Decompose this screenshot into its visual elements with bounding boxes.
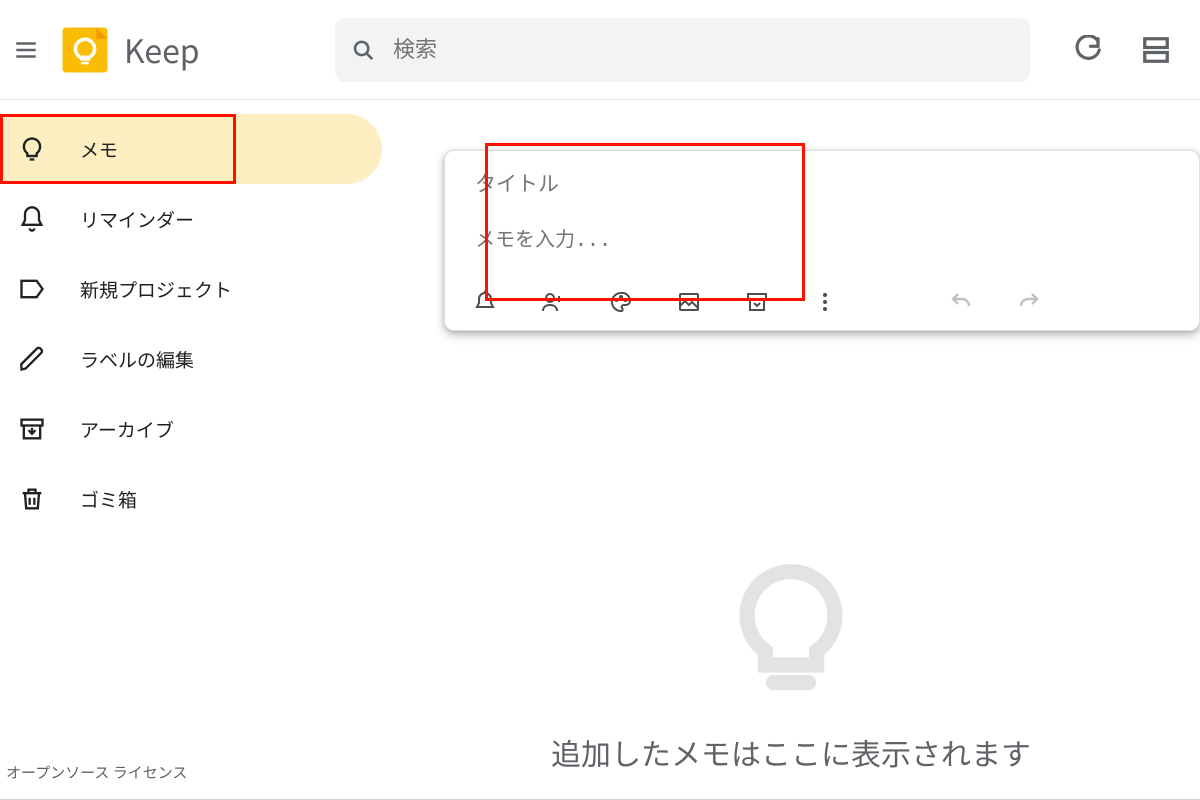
search-icon [351, 37, 375, 63]
sidebar-item-reminders[interactable]: リマインダー [0, 184, 382, 254]
keep-logo-icon [58, 23, 112, 77]
sidebar-item-label: アーカイブ [80, 416, 174, 443]
search-box[interactable] [335, 18, 1030, 82]
person-add-icon [541, 290, 565, 314]
sidebar: メモ リマインダー 新規プロジェクト ラベルの編集 アーカイブ ゴミ箱 オープン… [0, 100, 382, 800]
pencil-icon [18, 345, 46, 373]
app-title: Keep [124, 27, 200, 73]
sidebar-item-label: ラベルの編集 [80, 346, 194, 373]
archive-button[interactable] [743, 288, 771, 316]
refresh-icon [1073, 35, 1103, 65]
trash-icon [18, 485, 46, 513]
sidebar-item-label: ゴミ箱 [80, 486, 137, 513]
main-area: 追加したメモはここに表示されます [382, 100, 1200, 800]
bulb-large-icon [721, 560, 861, 700]
note-editor[interactable] [444, 150, 1200, 331]
empty-state: 追加したメモはここに表示されます [551, 560, 1031, 774]
list-view-icon [1141, 35, 1171, 65]
sidebar-item-label: メモ [80, 136, 118, 163]
palette-icon [609, 290, 633, 314]
tag-icon [18, 275, 46, 303]
redo-button[interactable] [1015, 288, 1043, 316]
sidebar-item-edit-labels[interactable]: ラベルの編集 [0, 324, 382, 394]
menu-toggle[interactable] [2, 26, 50, 74]
archive-icon [745, 290, 769, 314]
hamburger-icon [13, 37, 39, 63]
sidebar-item-label: リマインダー [80, 206, 194, 233]
sidebar-item-archive[interactable]: アーカイブ [0, 394, 382, 464]
bell-plus-icon [473, 290, 497, 314]
remind-button[interactable] [471, 288, 499, 316]
sidebar-item-notes[interactable]: メモ [0, 114, 382, 184]
sidebar-item-project[interactable]: 新規プロジェクト [0, 254, 382, 324]
note-title-input[interactable] [445, 151, 1199, 205]
empty-state-text: 追加したメモはここに表示されます [551, 730, 1031, 774]
undo-button[interactable] [947, 288, 975, 316]
header: Keep [0, 0, 1200, 100]
open-source-link[interactable]: オープンソース ライセンス [6, 762, 187, 783]
note-toolbar [445, 274, 1199, 330]
more-vert-icon [813, 290, 837, 314]
image-icon [677, 290, 701, 314]
collaborator-button[interactable] [539, 288, 567, 316]
bell-icon [18, 205, 46, 233]
header-tools [1068, 30, 1200, 70]
undo-icon [949, 290, 973, 314]
note-body-input[interactable] [445, 205, 1199, 269]
more-button[interactable] [811, 288, 839, 316]
refresh-button[interactable] [1068, 30, 1108, 70]
color-button[interactable] [607, 288, 635, 316]
bulb-icon [18, 135, 46, 163]
sidebar-item-trash[interactable]: ゴミ箱 [0, 464, 382, 534]
sidebar-item-label: 新規プロジェクト [80, 276, 232, 303]
view-toggle-button[interactable] [1136, 30, 1176, 70]
image-button[interactable] [675, 288, 703, 316]
search-input[interactable] [393, 37, 1014, 63]
archive-icon [18, 415, 46, 443]
app-logo[interactable]: Keep [58, 23, 200, 77]
redo-icon [1017, 290, 1041, 314]
